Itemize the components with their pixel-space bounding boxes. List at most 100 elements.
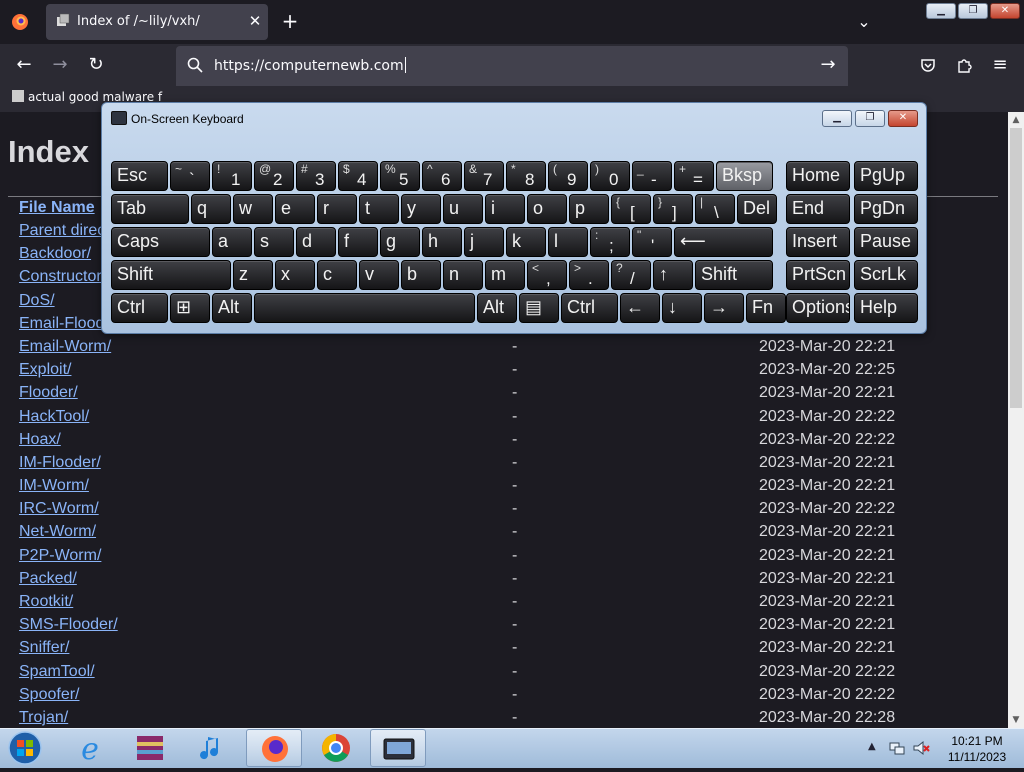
key-del[interactable]: Del (737, 194, 777, 224)
tray-show-hidden-icon[interactable]: ▲ (868, 741, 876, 752)
file-link[interactable]: Exploit/ (19, 361, 71, 379)
page-scrollbar[interactable]: ▲ ▼ (1008, 112, 1024, 728)
reload-icon[interactable]: ↻ (84, 54, 108, 78)
key-5[interactable]: % 5 (380, 161, 420, 191)
key-→[interactable]: → (704, 293, 744, 323)
taskbar-music-icon[interactable] (184, 729, 240, 767)
key-x[interactable]: x (275, 260, 315, 290)
key-prtscn[interactable]: PrtScn (786, 260, 850, 290)
key-ctrl[interactable]: Ctrl (111, 293, 168, 323)
go-arrow-icon[interactable]: → (816, 54, 840, 78)
key-tab[interactable]: Tab (111, 194, 189, 224)
osk-close-button[interactable]: ✕ (888, 110, 918, 127)
key-y[interactable]: y (401, 194, 441, 224)
key-pause[interactable]: Pause (854, 227, 918, 257)
key-=[interactable]: + = (674, 161, 714, 191)
key-home[interactable]: Home (786, 161, 850, 191)
key-o[interactable]: o (527, 194, 567, 224)
key-.[interactable]: >. (569, 260, 609, 290)
tray-network-icon[interactable] (888, 739, 906, 761)
key-⊞[interactable]: ⊞ (170, 293, 210, 323)
file-link[interactable]: Email-Worm/ (19, 338, 111, 356)
file-link[interactable]: Flooder/ (19, 384, 78, 402)
key-v[interactable]: v (359, 260, 399, 290)
key-↓[interactable]: ↓ (662, 293, 702, 323)
key-s[interactable]: s (254, 227, 294, 257)
new-tab-button[interactable]: + (278, 10, 302, 34)
key-help[interactable]: Help (854, 293, 918, 323)
key-g[interactable]: g (380, 227, 420, 257)
file-link[interactable]: Trojan/ (19, 709, 68, 727)
extensions-puzzle-icon[interactable] (952, 54, 976, 78)
key-f[interactable]: f (338, 227, 378, 257)
forward-arrow-icon[interactable]: → (48, 54, 72, 78)
key-w[interactable]: w (233, 194, 273, 224)
file-link[interactable]: Backdoor/ (19, 245, 91, 263)
key-;[interactable]: :; (590, 227, 630, 257)
back-arrow-icon[interactable]: ← (12, 54, 36, 78)
key-u[interactable]: u (443, 194, 483, 224)
file-link[interactable]: Packed/ (19, 570, 77, 588)
scroll-up-arrow-icon[interactable]: ▲ (1008, 112, 1024, 128)
key-i[interactable]: i (485, 194, 525, 224)
tray-volume-muted-icon[interactable] (912, 739, 930, 761)
taskbar-winrar-icon[interactable] (122, 729, 178, 767)
key-1[interactable]: ! 1 (212, 161, 252, 191)
key--[interactable]: _ - (632, 161, 672, 191)
file-link[interactable]: DoS/ (19, 292, 55, 310)
key-q[interactable]: q (191, 194, 231, 224)
hamburger-menu-icon[interactable]: ≡ (988, 54, 1012, 78)
key-t[interactable]: t (359, 194, 399, 224)
key-ctrl[interactable]: Ctrl (561, 293, 618, 323)
key-scrlk[interactable]: ScrLk (854, 260, 918, 290)
key-m[interactable]: m (485, 260, 525, 290)
key-d[interactable]: d (296, 227, 336, 257)
key-pgdn[interactable]: PgDn (854, 194, 918, 224)
file-link[interactable]: Spoofer/ (19, 686, 79, 704)
tab-active[interactable]: Index of /~lily/vxh/ ✕ (46, 4, 268, 40)
address-bar[interactable]: https://computernewb.com → (176, 46, 848, 86)
key-/[interactable]: ? / (611, 260, 651, 290)
taskbar-clock[interactable]: 10:21 PM 11/11/2023 (936, 733, 1018, 765)
key-n[interactable]: n (443, 260, 483, 290)
taskbar-internet-explorer-icon[interactable]: e (62, 729, 118, 767)
key-a[interactable]: a (212, 227, 252, 257)
pocket-icon[interactable] (916, 54, 940, 78)
file-link[interactable]: Net-Worm/ (19, 523, 96, 541)
file-link[interactable]: IM-Worm/ (19, 477, 89, 495)
key-e[interactable]: e (275, 194, 315, 224)
key-'[interactable]: " ' (632, 227, 672, 257)
taskbar-on-screen-keyboard-icon[interactable] (370, 729, 426, 767)
key-insert[interactable]: Insert (786, 227, 850, 257)
key-`[interactable]: ~ ` (170, 161, 210, 191)
scroll-down-arrow-icon[interactable]: ▼ (1008, 712, 1024, 728)
key-[[interactable]: {[ (611, 194, 651, 224)
osk-restore-button[interactable]: ❐ (855, 110, 885, 127)
key-⟵[interactable]: ⟵ (674, 227, 773, 257)
key-9[interactable]: (9 (548, 161, 588, 191)
key-j[interactable]: j (464, 227, 504, 257)
key-▤[interactable]: ▤ (519, 293, 559, 323)
column-header-filename[interactable]: File Name (19, 199, 95, 217)
scroll-thumb[interactable] (1010, 128, 1022, 408)
key-fn[interactable]: Fn (746, 293, 786, 323)
key-alt[interactable]: Alt (477, 293, 517, 323)
key-space[interactable] (254, 293, 475, 323)
key-h[interactable]: h (422, 227, 462, 257)
key-b[interactable]: b (401, 260, 441, 290)
key-p[interactable]: p (569, 194, 609, 224)
key-0[interactable]: ) 0 (590, 161, 630, 191)
window-maximize-button[interactable]: ❐ (958, 3, 988, 19)
file-link[interactable]: HackTool/ (19, 408, 89, 426)
key-caps[interactable]: Caps (111, 227, 210, 257)
key-6[interactable]: ^ 6 (422, 161, 462, 191)
file-link[interactable]: IM-Flooder/ (19, 454, 101, 472)
osk-minimize-button[interactable]: ▁ (822, 110, 852, 127)
key-l[interactable]: l (548, 227, 588, 257)
key-8[interactable]: * 8 (506, 161, 546, 191)
key-2[interactable]: @2 (254, 161, 294, 191)
tab-close-icon[interactable]: ✕ (244, 10, 266, 32)
file-link[interactable]: Hoax/ (19, 431, 61, 449)
key-k[interactable]: k (506, 227, 546, 257)
key-4[interactable]: $4 (338, 161, 378, 191)
